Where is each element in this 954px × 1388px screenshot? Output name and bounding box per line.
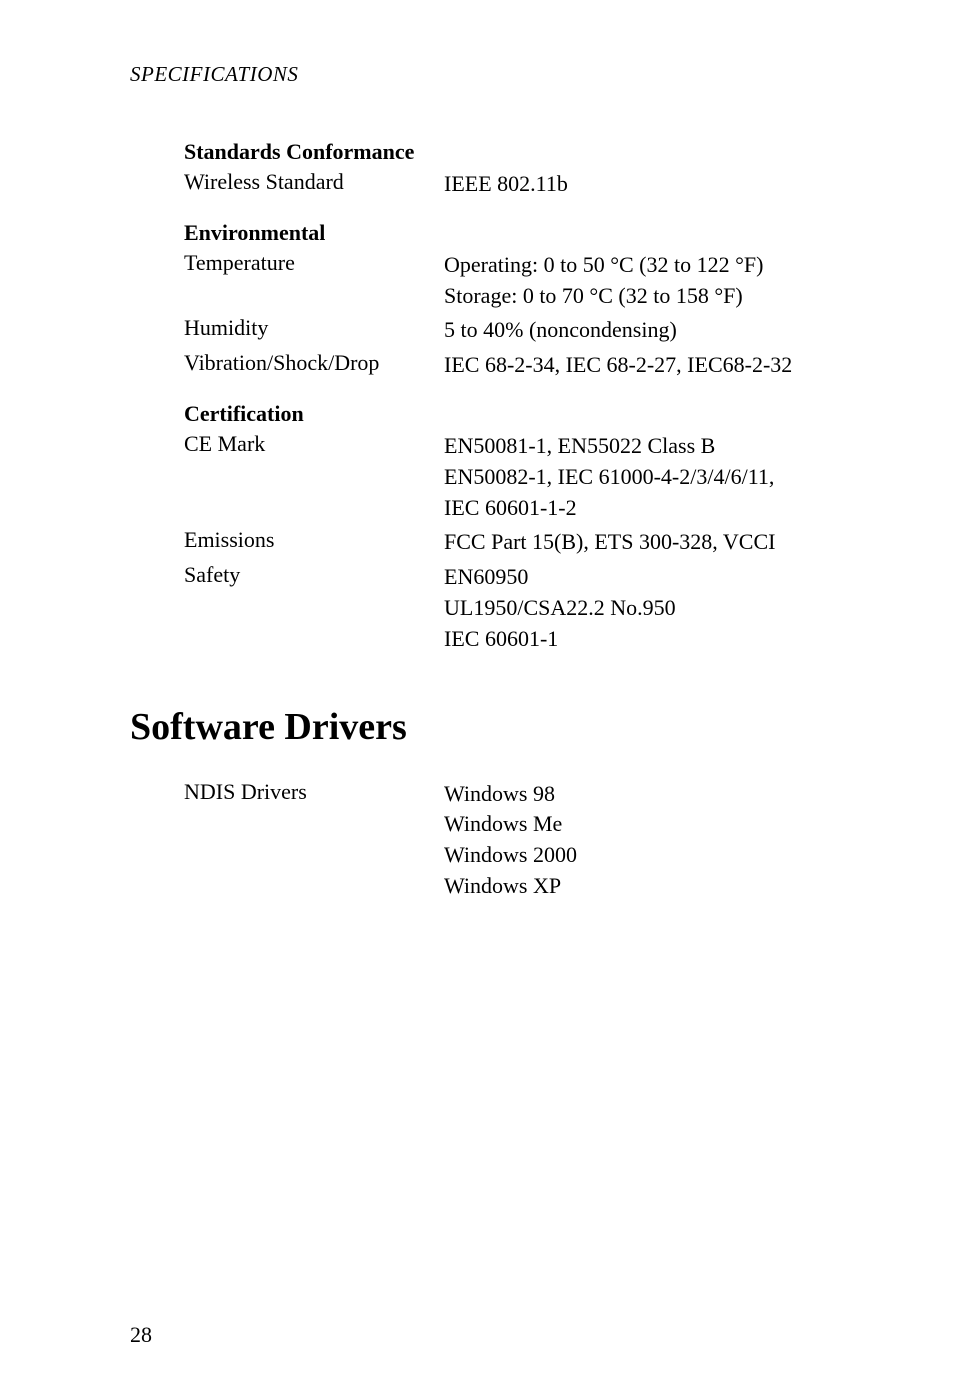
label-safety: Safety	[184, 562, 444, 654]
heading-software-drivers: Software Drivers	[130, 705, 864, 749]
value-vibration: IEC 68-2-34, IEC 68-2-27, IEC68-2-32	[444, 350, 792, 381]
value-cemark: EN50081-1, EN55022 Class B EN50082-1, IE…	[444, 431, 774, 523]
running-head: SPECIFICATIONS	[130, 62, 864, 87]
label-vibration: Vibration/Shock/Drop	[184, 350, 444, 381]
heading-certification: Certification	[184, 401, 864, 427]
value-humidity: 5 to 40% (noncondensing)	[444, 315, 677, 346]
heading-standards: Standards Conformance	[184, 139, 864, 165]
row-vibration: Vibration/Shock/Drop IEC 68-2-34, IEC 68…	[184, 350, 864, 381]
row-humidity: Humidity 5 to 40% (noncondensing)	[184, 315, 864, 346]
value-emissions: FCC Part 15(B), ETS 300-328, VCCI	[444, 527, 775, 558]
ndis-line3: Windows 2000	[444, 840, 577, 871]
safety-line2: UL1950/CSA22.2 No.950	[444, 593, 676, 624]
specs-block: Standards Conformance Wireless Standard …	[184, 139, 864, 655]
ndis-line2: Windows Me	[444, 809, 577, 840]
label-temperature: Temperature	[184, 250, 444, 312]
label-humidity: Humidity	[184, 315, 444, 346]
row-emissions: Emissions FCC Part 15(B), ETS 300-328, V…	[184, 527, 864, 558]
label-emissions: Emissions	[184, 527, 444, 558]
heading-environmental: Environmental	[184, 220, 864, 246]
value-ndis: Windows 98 Windows Me Windows 2000 Windo…	[444, 779, 577, 902]
value-safety: EN60950 UL1950/CSA22.2 No.950 IEC 60601-…	[444, 562, 676, 654]
safety-line1: EN60950	[444, 562, 676, 593]
safety-line3: IEC 60601-1	[444, 624, 676, 655]
ce-line3: IEC 60601-1-2	[444, 493, 774, 524]
temp-line2: Storage: 0 to 70 °C (32 to 158 °F)	[444, 281, 763, 312]
row-ndis: NDIS Drivers Windows 98 Windows Me Windo…	[184, 779, 864, 902]
row-wireless: Wireless Standard IEEE 802.11b	[184, 169, 864, 200]
row-cemark: CE Mark EN50081-1, EN55022 Class B EN500…	[184, 431, 864, 523]
ndis-line1: Windows 98	[444, 779, 577, 810]
temp-line1: Operating: 0 to 50 °C (32 to 122 °F)	[444, 250, 763, 281]
ce-line2: EN50082-1, IEC 61000-4-2/3/4/6/11,	[444, 462, 774, 493]
value-temperature: Operating: 0 to 50 °C (32 to 122 °F) Sto…	[444, 250, 763, 312]
label-cemark: CE Mark	[184, 431, 444, 523]
ce-line1: EN50081-1, EN55022 Class B	[444, 431, 774, 462]
page-number: 28	[130, 1322, 152, 1348]
label-wireless: Wireless Standard	[184, 169, 444, 200]
value-wireless: IEEE 802.11b	[444, 169, 568, 200]
row-safety: Safety EN60950 UL1950/CSA22.2 No.950 IEC…	[184, 562, 864, 654]
label-ndis: NDIS Drivers	[184, 779, 444, 902]
ndis-line4: Windows XP	[444, 871, 577, 902]
software-block: NDIS Drivers Windows 98 Windows Me Windo…	[184, 779, 864, 902]
row-temperature: Temperature Operating: 0 to 50 °C (32 to…	[184, 250, 864, 312]
